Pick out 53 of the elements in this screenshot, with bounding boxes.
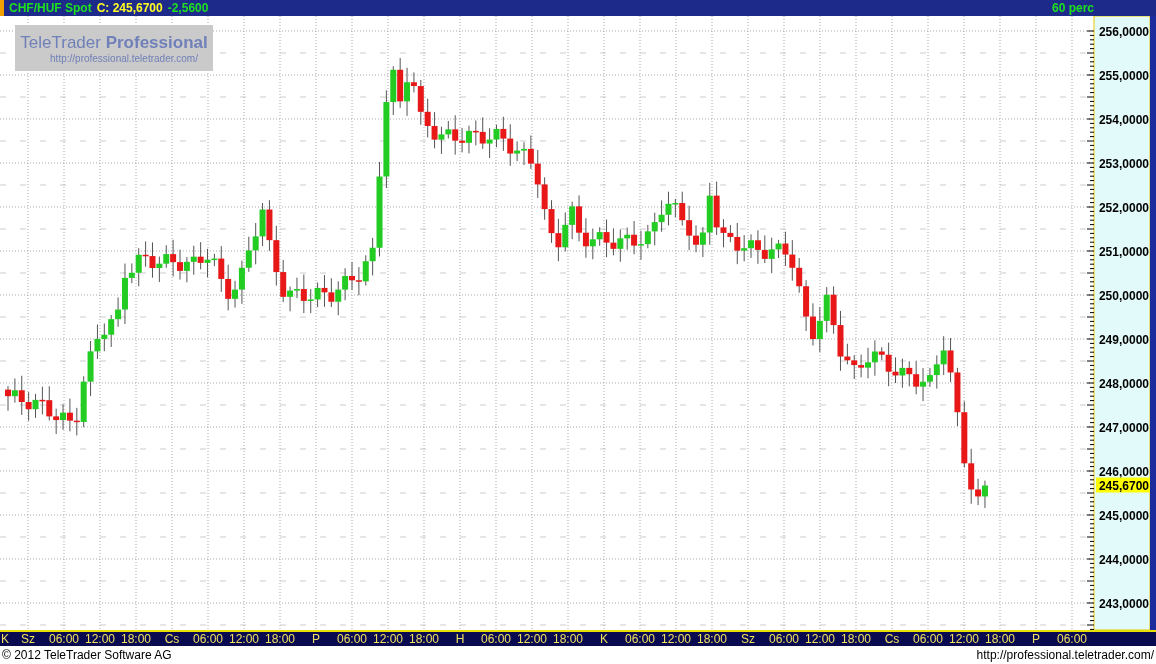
time-label: 06:00: [192, 632, 224, 646]
price-label: 253,0000: [1098, 157, 1149, 171]
time-label: Sz: [740, 632, 756, 646]
time-label: 12:00: [84, 632, 116, 646]
time-label: 18:00: [408, 632, 440, 646]
time-label: 18:00: [984, 632, 1016, 646]
time-label: 12:00: [948, 632, 980, 646]
time-label: K: [0, 632, 10, 646]
time-label: 12:00: [372, 632, 404, 646]
copyright-text: © 2012 TeleTrader Software AG: [2, 648, 172, 662]
interval-label: 60 perc: [1051, 0, 1095, 16]
logo-url: http://professional.teletrader.com/: [50, 52, 198, 64]
time-label: 06:00: [1056, 632, 1088, 646]
price-label: 247,0000: [1098, 421, 1149, 435]
price-label: 244,0000: [1098, 553, 1149, 567]
price-label: 249,0000: [1098, 333, 1149, 347]
logo-text: TeleTrader Professional: [20, 32, 208, 53]
time-label: 06:00: [624, 632, 656, 646]
instrument-name: CHF/HUF Spot: [9, 0, 92, 16]
time-label: Cs: [163, 632, 181, 646]
time-label: Cs: [883, 632, 901, 646]
price-label: 252,0000: [1098, 201, 1149, 215]
time-label: 18:00: [552, 632, 584, 646]
time-label: P: [311, 632, 321, 646]
time-label: 18:00: [120, 632, 152, 646]
price-label: 254,0000: [1098, 113, 1149, 127]
price-label: 255,0000: [1098, 69, 1149, 83]
time-label: 18:00: [840, 632, 872, 646]
price-label: 248,0000: [1098, 377, 1149, 391]
time-label: 18:00: [264, 632, 296, 646]
price-label: 256,0000: [1098, 25, 1149, 39]
price-label: 246,0000: [1098, 465, 1149, 479]
time-label: 06:00: [912, 632, 944, 646]
time-label: 18:00: [696, 632, 728, 646]
time-label: P: [1031, 632, 1041, 646]
footer-url: http://professional.teletrader.com/: [976, 648, 1154, 662]
time-label: Sz: [20, 632, 36, 646]
price-label: 250,0000: [1098, 289, 1149, 303]
time-label: 12:00: [660, 632, 692, 646]
price-label: 245,0000: [1098, 509, 1149, 523]
price-label: 243,0000: [1098, 597, 1149, 611]
time-label: 12:00: [804, 632, 836, 646]
price-change: -2,5600: [167, 0, 209, 16]
time-label: 06:00: [336, 632, 368, 646]
time-label: H: [454, 632, 466, 646]
time-label: 06:00: [48, 632, 80, 646]
time-label: 06:00: [480, 632, 512, 646]
time-label: 12:00: [228, 632, 260, 646]
time-label: 12:00: [516, 632, 548, 646]
close-price: C: 245,6700: [96, 0, 163, 16]
time-label: K: [599, 632, 609, 646]
time-label: 06:00: [768, 632, 800, 646]
price-label: 251,0000: [1098, 245, 1149, 259]
